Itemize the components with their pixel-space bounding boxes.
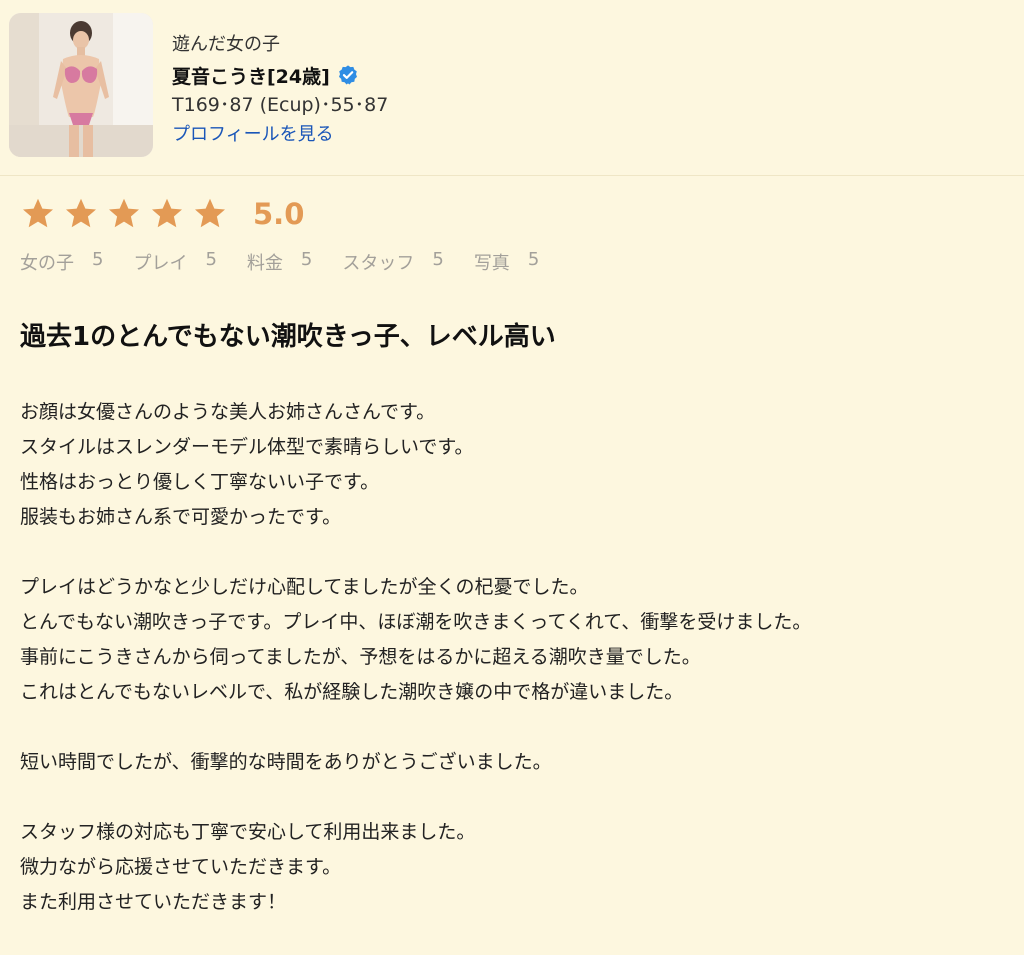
category-rating: 写真 5	[474, 249, 539, 275]
review-paragraph: お顔は女優さんのような美人お姉さんさんです。スタイルはスレンダーモデル体型で素晴…	[20, 395, 1010, 535]
review-line: お顔は女優さんのような美人お姉さんさんです。	[20, 401, 436, 423]
review-paragraph: プレイはどうかなと少しだけ心配してましたが全くの杞憂でした。とんでもない潮吹きっ…	[20, 570, 1010, 710]
category-ratings: 女の子 5 プレイ 5 料金 5 スタッフ 5 写真 5	[20, 249, 569, 275]
review-body: お顔は女優さんのような美人お姉さんさんです。スタイルはスレンダーモデル体型で素晴…	[20, 395, 1010, 955]
category-rating: 女の子 5	[20, 249, 103, 275]
category-label: スタッフ	[342, 253, 415, 274]
review-page: 遊んだ女の子 夏音こうき[24歳] T169･87 (Ecup)･55･87 プ…	[0, 0, 1024, 928]
review-paragraph: 短い時間でしたが、衝撃的な時間をありがとうございました。	[20, 745, 1010, 780]
review-line: 短い時間でしたが、衝撃的な時間をありがとうございました。	[20, 751, 552, 773]
rating-score: 5.0	[253, 197, 305, 231]
review-line: とんでもない潮吹きっ子です。プレイ中、ほぼ潮を吹きまくってくれて、衝撃を受けまし…	[20, 611, 812, 633]
profile-card: 遊んだ女の子 夏音こうき[24歳] T169･87 (Ecup)･55･87 プ…	[0, 0, 1024, 176]
category-rating: 料金 5	[247, 249, 312, 275]
review-line: これはとんでもないレベルで、私が経験した潮吹き嬢の中で格が違いました。	[20, 681, 684, 703]
category-value: 5	[300, 249, 313, 270]
profile-name[interactable]: 夏音こうき[24歳]	[172, 62, 330, 89]
review-title: 過去1のとんでもない潮吹きっ子、レベル高い	[20, 322, 556, 352]
star-icon	[152, 198, 182, 228]
category-label: 写真	[473, 253, 510, 274]
review-line: 服装もお姉さん系で可愛かったです。	[20, 506, 342, 528]
review-line: スタイルはスレンダーモデル体型で素晴らしいです。	[20, 436, 474, 458]
review-paragraph: スタッフ様の対応も丁寧で安心して利用出来ました。 微力ながら応援させていただきます…	[20, 815, 1010, 920]
category-value: 5	[92, 249, 104, 270]
profile-measurements: T169･87 (Ecup)･55･87	[172, 94, 389, 116]
star-rating	[20, 196, 235, 232]
category-label: 女の子	[20, 253, 74, 274]
star-icon	[23, 198, 53, 228]
review-line: 事前にこうきさんから伺ってましたが、予想をはるかに超える潮吹き量でした。	[20, 646, 701, 668]
overall-rating: 5.0	[20, 194, 304, 234]
review-line: プレイはどうかなと少しだけ心配してましたが全くの杞憂でした。	[20, 576, 589, 598]
review-line: また利用させていただきます！	[20, 891, 287, 913]
category-rating: プレイ 5	[133, 249, 216, 275]
verified-check-icon	[337, 64, 359, 86]
category-value: 5	[205, 249, 217, 270]
profile-info: 遊んだ女の子 夏音こうき[24歳] T169･87 (Ecup)･55･87 プ…	[172, 30, 388, 150]
category-label: プレイ	[133, 253, 188, 274]
star-icon	[109, 198, 139, 228]
star-icon	[66, 198, 96, 228]
profile-photo[interactable]	[9, 13, 153, 157]
review-line: スタッフ様の対応も丁寧で安心して利用出来ました。	[20, 821, 476, 843]
profile-photo-image	[9, 13, 153, 157]
star-icon	[195, 198, 225, 228]
category-value: 5	[527, 249, 540, 270]
profile-caption: 遊んだ女の子	[172, 34, 280, 55]
category-label: 料金	[246, 253, 283, 274]
review-line: 性格はおっとり優しく丁寧ないい子です。	[20, 471, 380, 493]
profile-name-row: 夏音こうき[24歳]	[172, 60, 388, 90]
view-profile-link[interactable]: プロフィールを見る	[172, 120, 334, 150]
category-value: 5	[432, 249, 444, 270]
category-rating: スタッフ 5	[342, 249, 443, 275]
review-line: 微力ながら応援させていただきます。	[20, 856, 342, 878]
